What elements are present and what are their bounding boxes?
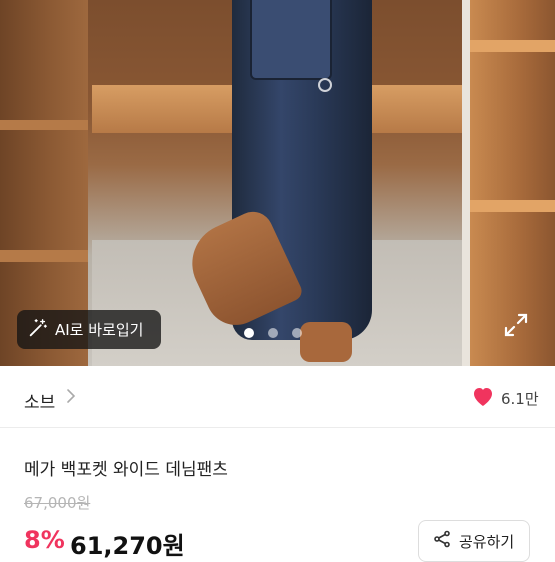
product-image-carousel[interactable]: AI로 바로입기 <box>0 0 555 366</box>
share-icon <box>433 530 451 552</box>
shop-row[interactable]: 소브 6.1만 <box>0 366 555 428</box>
carousel-dot[interactable] <box>268 328 278 338</box>
photo-shelf <box>0 250 92 262</box>
photo-cargo-pocket <box>250 0 332 80</box>
expand-icon[interactable] <box>503 312 529 338</box>
sale-price: 61,270원 <box>70 532 185 560</box>
share-button[interactable]: 공유하기 <box>418 520 530 562</box>
photo-ring <box>318 78 332 92</box>
carousel-dot[interactable] <box>244 328 254 338</box>
discount-rate: 8% <box>24 526 65 554</box>
like-button[interactable]: 6.1만 <box>471 385 539 411</box>
carousel-indicator <box>244 328 302 338</box>
product-title: 메가 백포켓 와이드 데님팬츠 <box>24 460 228 480</box>
share-label: 공유하기 <box>459 532 515 551</box>
original-price: 67,000원 <box>24 494 91 512</box>
photo-boot <box>300 322 352 362</box>
photo-shelf <box>470 40 555 52</box>
photo-mirror-frame <box>462 0 470 366</box>
heart-icon <box>471 385 495 411</box>
like-count: 6.1만 <box>501 389 539 408</box>
photo-shelf <box>470 200 555 212</box>
ai-try-on-button[interactable]: AI로 바로입기 <box>17 310 161 349</box>
photo-shelf <box>0 120 92 130</box>
shop-name[interactable]: 소브 <box>24 388 55 413</box>
carousel-dot[interactable] <box>292 328 302 338</box>
magic-wand-icon <box>27 317 49 343</box>
chevron-right-icon[interactable] <box>66 388 76 404</box>
ai-try-on-label: AI로 바로입기 <box>55 321 144 339</box>
